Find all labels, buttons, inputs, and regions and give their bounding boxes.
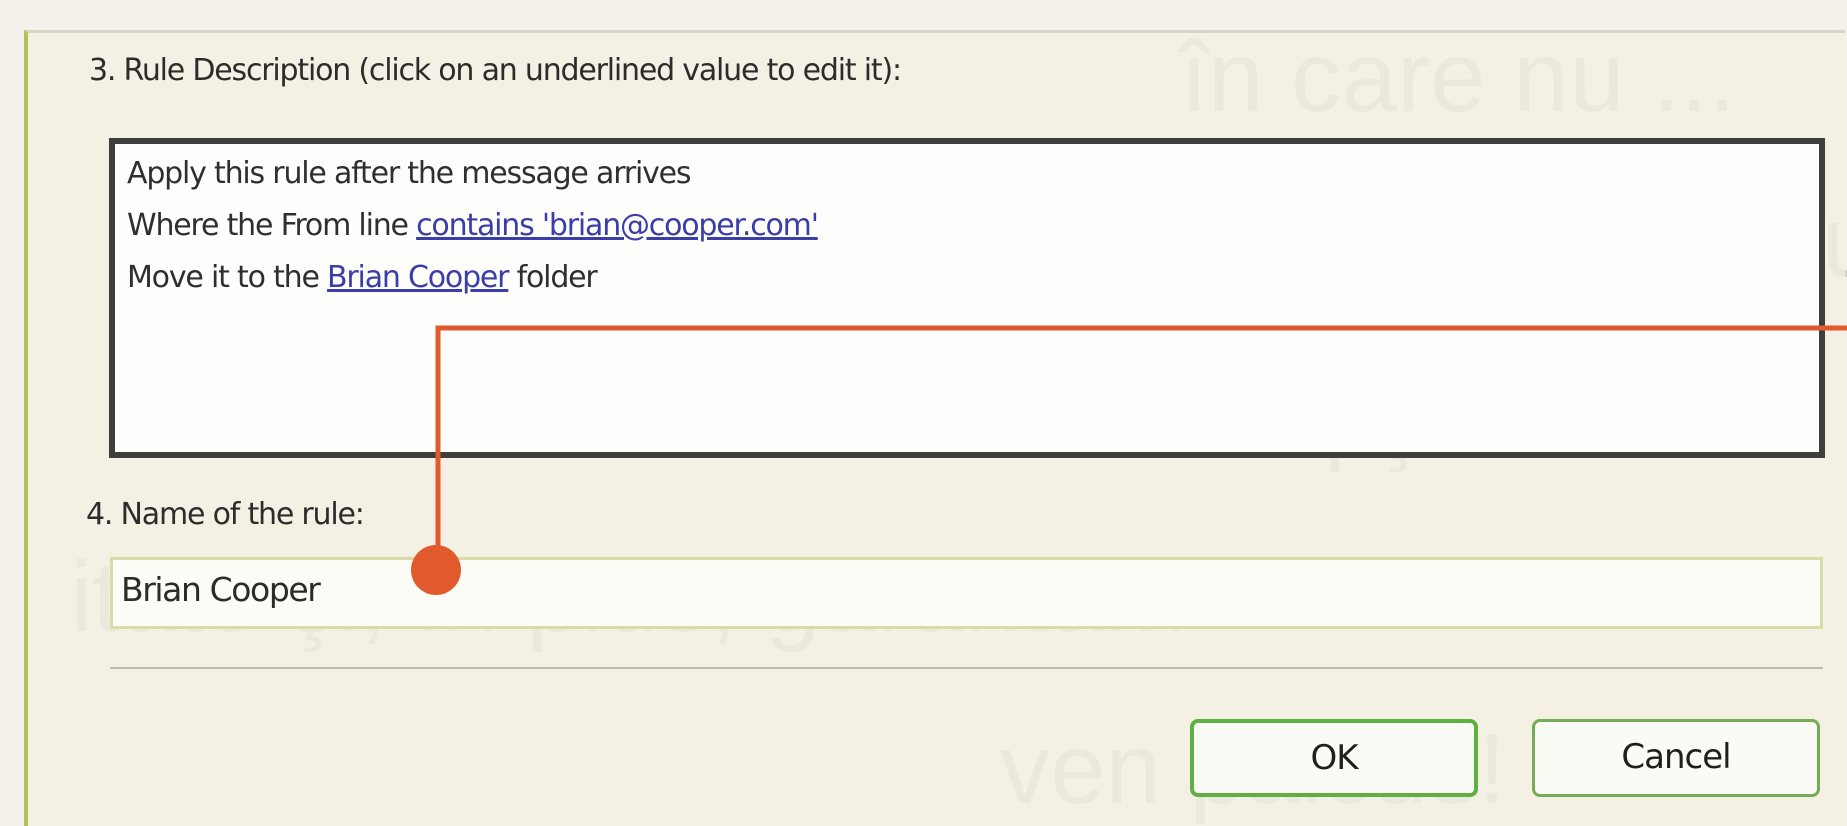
ok-button[interactable]: OK [1190, 719, 1478, 797]
rule-condition-from: Where the From line contains 'brian@coop… [127, 208, 819, 243]
contains-address-link[interactable]: contains 'brian@cooper.com' [416, 208, 819, 243]
rule-action-move: Move it to the Brian Cooper folder [127, 260, 598, 295]
rule-name-input[interactable]: Brian Cooper [110, 557, 1823, 629]
cancel-button[interactable]: Cancel [1532, 719, 1820, 797]
rule-name-label: 4. Name of the rule: [86, 497, 365, 532]
target-folder-link[interactable]: Brian Cooper [327, 260, 509, 295]
rule-action-move-text: Move it to the [127, 260, 328, 295]
rule-description-label: 3. Rule Description (click on an underli… [89, 53, 902, 88]
rule-condition-arrival: Apply this rule after the message arrive… [127, 156, 692, 191]
rule-action-move-suffix: folder [508, 260, 598, 295]
separator [110, 667, 1823, 669]
rule-condition-from-text: Where the From line [127, 208, 417, 243]
rules-wizard-dialog: 3. Rule Description (click on an underli… [24, 30, 1845, 826]
rule-description-box: Apply this rule after the message arrive… [109, 138, 1825, 458]
